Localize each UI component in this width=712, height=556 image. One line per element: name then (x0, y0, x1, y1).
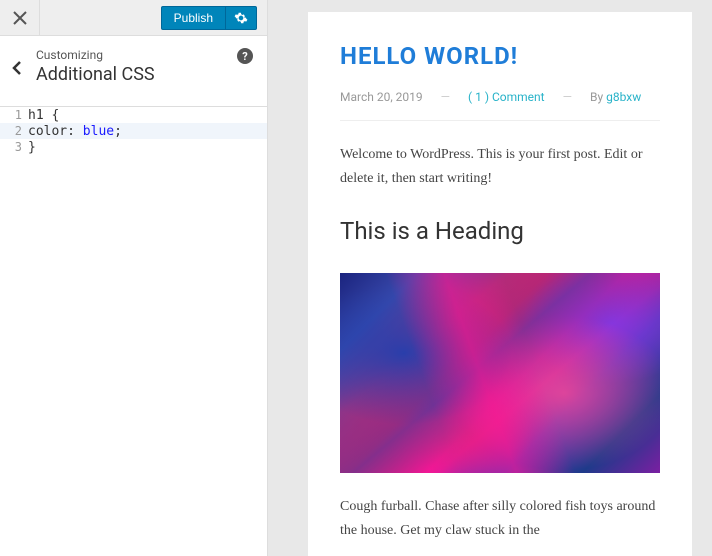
post-paragraph: Cough furball. Chase after silly colored… (340, 495, 660, 543)
preview-area: HELLO WORLD! March 20, 2019 — ( 1 ) Comm… (268, 0, 712, 556)
gear-icon (234, 11, 248, 25)
top-actions: Publish (161, 6, 257, 30)
line-number: 1 (0, 107, 28, 123)
byline: By g8bxw (590, 90, 641, 104)
section-labels: Customizing Additional CSS (36, 48, 253, 85)
customizer-top-bar: Publish (0, 0, 267, 36)
code-text: } (28, 139, 267, 155)
code-line: 3 } (0, 139, 267, 155)
post-image (340, 273, 660, 473)
post-heading: This is a Heading (340, 211, 660, 252)
code-text: h1 { (28, 107, 267, 123)
post-card: HELLO WORLD! March 20, 2019 — ( 1 ) Comm… (308, 12, 692, 556)
section-header: Customizing Additional CSS ? (0, 36, 267, 107)
css-code-editor[interactable]: 1 h1 { 2 color: blue; 3 } (0, 107, 267, 556)
code-text: color: blue; (28, 123, 267, 139)
help-icon: ? (242, 50, 247, 63)
post-title[interactable]: HELLO WORLD! (340, 42, 660, 70)
section-title: Additional CSS (36, 64, 253, 85)
post-body: Welcome to WordPress. This is your first… (340, 143, 660, 543)
line-number: 3 (0, 139, 28, 155)
close-icon (13, 11, 27, 25)
code-line: 1 h1 { (0, 107, 267, 123)
publish-button[interactable]: Publish (161, 6, 225, 30)
post-intro: Welcome to WordPress. This is your first… (340, 143, 660, 191)
line-number: 2 (0, 123, 28, 139)
meta-separator: — (563, 90, 572, 104)
author-link[interactable]: g8bxw (606, 90, 641, 104)
settings-button[interactable] (225, 6, 257, 30)
customizing-label: Customizing (36, 48, 253, 62)
chevron-left-icon (12, 60, 22, 76)
close-button[interactable] (0, 0, 40, 36)
code-line: 2 color: blue; (0, 123, 267, 139)
post-meta: March 20, 2019 — ( 1 ) Comment — By g8bx… (340, 90, 660, 121)
customizer-panel: Publish Customizing Additional CSS ? 1 h… (0, 0, 268, 556)
meta-separator: — (441, 90, 450, 104)
back-button[interactable] (4, 44, 30, 92)
help-button[interactable]: ? (237, 48, 253, 64)
comments-link[interactable]: ( 1 ) Comment (468, 90, 545, 104)
post-date: March 20, 2019 (340, 90, 423, 104)
